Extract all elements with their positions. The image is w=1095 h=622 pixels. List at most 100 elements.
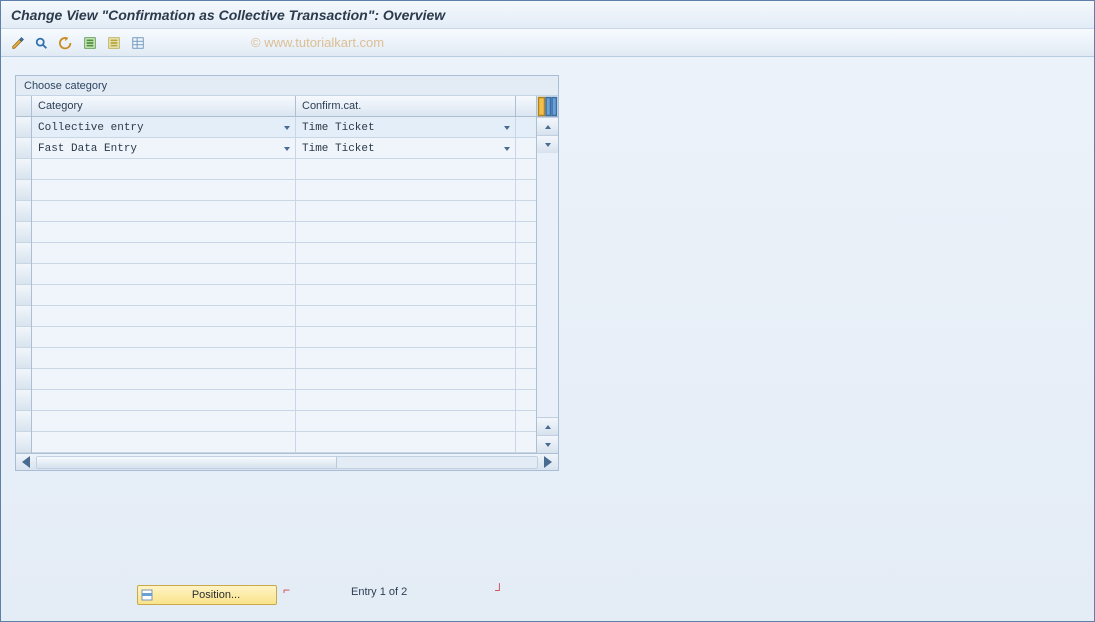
row-selector[interactable] bbox=[16, 117, 31, 138]
cell-category[interactable] bbox=[32, 306, 296, 327]
dropdown-trigger[interactable] bbox=[500, 118, 514, 137]
configure-columns-button[interactable] bbox=[537, 96, 558, 117]
dropdown-trigger[interactable] bbox=[280, 118, 294, 137]
cell-confirm[interactable] bbox=[296, 411, 516, 432]
table-row-empty bbox=[32, 264, 536, 285]
cell-category[interactable] bbox=[32, 432, 296, 453]
dropdown-trigger[interactable] bbox=[500, 139, 514, 158]
cell-category[interactable] bbox=[32, 201, 296, 222]
table-row-empty bbox=[32, 243, 536, 264]
scroll-down-button[interactable] bbox=[537, 135, 558, 153]
deselect-all-button[interactable] bbox=[103, 33, 125, 53]
cell-confirm[interactable] bbox=[296, 180, 516, 201]
dropdown-trigger[interactable] bbox=[280, 139, 294, 158]
row-selector[interactable] bbox=[16, 390, 31, 411]
table-row-empty bbox=[32, 348, 536, 369]
cell-confirm[interactable] bbox=[296, 222, 516, 243]
select-all-button[interactable] bbox=[79, 33, 101, 53]
cell-category[interactable] bbox=[32, 243, 296, 264]
cell-confirm[interactable] bbox=[296, 369, 516, 390]
table-row: Collective entry Time Ticket bbox=[32, 117, 536, 138]
choose-category-group: Choose category Category Con bbox=[15, 75, 559, 471]
column-header-category[interactable]: Category bbox=[32, 96, 296, 116]
group-title: Choose category bbox=[16, 76, 558, 96]
table-row: Fast Data Entry Time Ticket bbox=[32, 138, 536, 159]
cell-confirm[interactable] bbox=[296, 390, 516, 411]
cell-confirm[interactable] bbox=[296, 432, 516, 453]
table-row-empty bbox=[32, 327, 536, 348]
cell-category[interactable] bbox=[32, 222, 296, 243]
row-selector[interactable] bbox=[16, 222, 31, 243]
cell-category[interactable] bbox=[32, 369, 296, 390]
position-button[interactable]: Position... bbox=[137, 585, 277, 605]
scroll-left-button[interactable] bbox=[18, 456, 34, 469]
vertical-scroll-area bbox=[536, 96, 558, 453]
hscroll-track[interactable] bbox=[36, 456, 538, 469]
scroll-up-button[interactable] bbox=[537, 417, 558, 435]
table-row-empty bbox=[32, 411, 536, 432]
scroll-right-button[interactable] bbox=[540, 456, 556, 469]
table-row-empty bbox=[32, 285, 536, 306]
column-header-confirm[interactable]: Confirm.cat. bbox=[296, 96, 516, 116]
table-row-empty bbox=[32, 390, 536, 411]
row-selector[interactable] bbox=[16, 264, 31, 285]
row-selector[interactable] bbox=[16, 411, 31, 432]
cell-category[interactable] bbox=[32, 264, 296, 285]
cell-category[interactable] bbox=[32, 390, 296, 411]
table-row-empty bbox=[32, 306, 536, 327]
row-selector[interactable] bbox=[16, 306, 31, 327]
position-icon bbox=[138, 589, 156, 601]
cell-value: Collective entry bbox=[32, 122, 280, 134]
entry-count-label: Entry 1 of 2 bbox=[351, 586, 407, 598]
table-row-empty bbox=[32, 432, 536, 453]
cell-value: Fast Data Entry bbox=[32, 143, 280, 155]
cell-confirm[interactable] bbox=[296, 264, 516, 285]
table-settings-button[interactable] bbox=[127, 33, 149, 53]
row-selector[interactable] bbox=[16, 180, 31, 201]
row-selector[interactable] bbox=[16, 348, 31, 369]
category-table: Category Confirm.cat. Collective entry T… bbox=[16, 96, 558, 453]
hscroll-thumb[interactable] bbox=[37, 457, 337, 468]
scroll-down-button[interactable] bbox=[537, 435, 558, 453]
cell-category[interactable] bbox=[32, 180, 296, 201]
row-selector[interactable] bbox=[16, 432, 31, 453]
row-selector[interactable] bbox=[16, 369, 31, 390]
cell-confirm[interactable] bbox=[296, 201, 516, 222]
row-selector[interactable] bbox=[16, 138, 31, 159]
cell-confirm[interactable] bbox=[296, 306, 516, 327]
row-gutter bbox=[16, 96, 32, 453]
cell-confirm[interactable]: Time Ticket bbox=[296, 138, 516, 159]
cell-confirm[interactable] bbox=[296, 243, 516, 264]
cell-category[interactable] bbox=[32, 327, 296, 348]
table-row-empty bbox=[32, 180, 536, 201]
position-button-label: Position... bbox=[156, 589, 276, 601]
cell-category[interactable] bbox=[32, 159, 296, 180]
cell-category[interactable]: Fast Data Entry bbox=[32, 138, 296, 159]
title-bar: Change View "Confirmation as Collective … bbox=[1, 1, 1094, 29]
row-selector[interactable] bbox=[16, 201, 31, 222]
cell-category[interactable] bbox=[32, 285, 296, 306]
cell-confirm[interactable] bbox=[296, 327, 516, 348]
cell-category[interactable] bbox=[32, 411, 296, 432]
cell-confirm[interactable] bbox=[296, 159, 516, 180]
app-toolbar bbox=[1, 29, 1094, 57]
scroll-up-button[interactable] bbox=[537, 117, 558, 135]
bracket-left: ⌐ bbox=[283, 583, 290, 597]
page-title: Change View "Confirmation as Collective … bbox=[11, 7, 445, 23]
cell-confirm[interactable] bbox=[296, 285, 516, 306]
cell-confirm[interactable] bbox=[296, 348, 516, 369]
undo-button[interactable] bbox=[55, 33, 77, 53]
other-entry-button[interactable] bbox=[31, 33, 53, 53]
horizontal-scrollbar[interactable] bbox=[16, 453, 558, 470]
toggle-change-mode-button[interactable] bbox=[7, 33, 29, 53]
table-row-empty bbox=[32, 159, 536, 180]
row-selector[interactable] bbox=[16, 327, 31, 348]
cell-confirm[interactable]: Time Ticket bbox=[296, 117, 516, 138]
table-row-empty bbox=[32, 369, 536, 390]
cell-category[interactable] bbox=[32, 348, 296, 369]
row-selector[interactable] bbox=[16, 243, 31, 264]
cell-category[interactable]: Collective entry bbox=[32, 117, 296, 138]
row-selector[interactable] bbox=[16, 285, 31, 306]
row-selector[interactable] bbox=[16, 159, 31, 180]
cell-value: Time Ticket bbox=[296, 143, 500, 155]
